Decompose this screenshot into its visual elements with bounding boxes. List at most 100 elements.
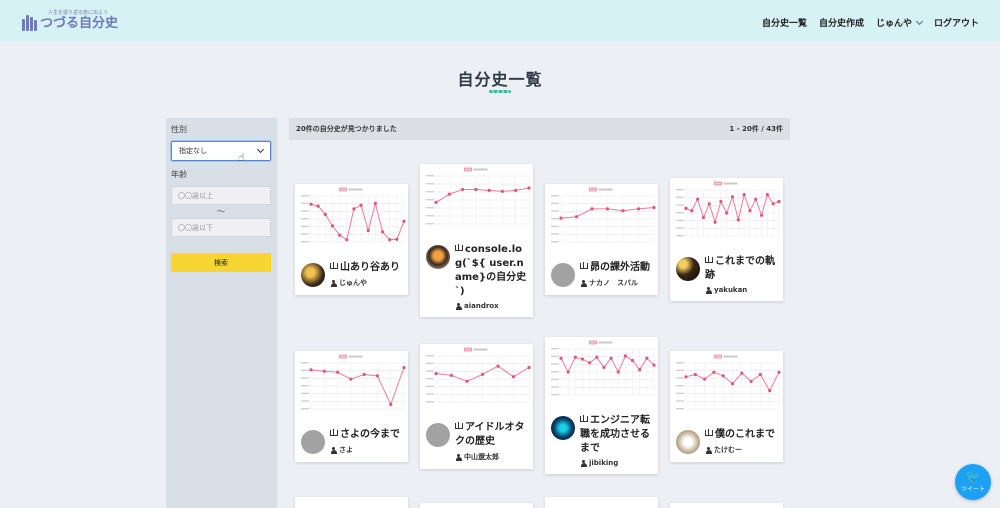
avatar[interactable]: [301, 263, 325, 287]
main-nav: 自分史一覧 自分史作成 じゅんや ログアウト: [750, 16, 979, 29]
card-title-text: 山あり谷あり: [340, 262, 400, 273]
data-point: [588, 361, 592, 365]
history-card[interactable]: これまでの軌跡 yakukan: [670, 178, 783, 301]
results-bar: 20件の自分史が見つかりました 1 - 20件 / 43件: [289, 118, 790, 140]
card-author[interactable]: たけむー: [705, 445, 777, 455]
age-min-input[interactable]: 〇〇歳以上: [171, 186, 271, 205]
card-author[interactable]: ナカノ スバル: [580, 278, 652, 288]
data-point: [514, 188, 518, 192]
nav-list-link[interactable]: 自分史一覧: [762, 16, 807, 29]
age-max-input[interactable]: 〇〇歳以下: [171, 218, 271, 237]
history-card[interactable]: 僕のこれまでたけむー: [670, 351, 783, 462]
data-point: [771, 202, 775, 206]
search-sidebar: 性別 指定なし 年齢 〇〇歳以上 〜 〇〇歳以下 検索: [166, 118, 277, 508]
avatar[interactable]: [676, 257, 700, 281]
history-card[interactable]: console.log(`${ user.name}の自分史`) aiandrox: [420, 164, 533, 317]
history-card[interactable]: 山あり谷あり じゅんや: [295, 184, 408, 295]
data-point: [595, 355, 599, 359]
card-title[interactable]: 山あり谷あり: [330, 261, 402, 275]
history-card[interactable]: アイドルオタクの歴史中山遼太郎: [420, 344, 533, 469]
logo-name: つづる自分史: [40, 16, 119, 31]
card-author[interactable]: さよ: [330, 445, 402, 455]
data-point: [758, 372, 762, 377]
search-button[interactable]: 検索: [171, 253, 271, 272]
data-point: [707, 202, 711, 206]
card-title[interactable]: console.log(`${ user.name}の自分史`): [455, 243, 527, 299]
data-point: [496, 364, 500, 368]
card-title[interactable]: これまでの軌跡: [705, 255, 777, 283]
page-title: 自分史一覧: [457, 70, 543, 89]
avatar[interactable]: [426, 245, 450, 269]
data-point: [323, 212, 327, 216]
card-author[interactable]: 中山遼太郎: [455, 452, 527, 462]
avatar[interactable]: [551, 263, 575, 287]
card-title[interactable]: 僕のこれまで: [705, 428, 777, 442]
data-point: [609, 356, 613, 360]
data-point: [712, 370, 716, 374]
history-card-partial[interactable]: [670, 503, 783, 508]
card-title-text: エンジニア転職を成功させるまで: [580, 415, 650, 454]
history-card-partial[interactable]: [545, 497, 658, 508]
twitter-bird-icon: 🐦: [965, 470, 981, 484]
data-point: [605, 207, 610, 211]
data-point: [389, 402, 393, 406]
data-point: [730, 195, 735, 199]
logo[interactable]: 人生を振り返る旅に出よう つづる自分史: [22, 10, 118, 31]
data-point: [693, 372, 697, 377]
gender-select[interactable]: 指定なし: [171, 141, 271, 161]
data-point: [500, 189, 505, 193]
nav-create-link[interactable]: 自分史作成: [819, 16, 864, 29]
results-range: 1 - 20件 / 43件: [729, 125, 783, 133]
history-card[interactable]: 昴の課外活動ナカノ スバル: [545, 184, 658, 295]
person-icon: [580, 279, 587, 287]
history-chart: [426, 167, 531, 225]
avatar[interactable]: [676, 430, 700, 454]
avatar[interactable]: [426, 423, 450, 447]
logout-link[interactable]: ログアウト: [934, 16, 979, 29]
history-card[interactable]: さよの今まで さよ: [295, 351, 408, 462]
book-icon: [705, 429, 713, 436]
data-point: [616, 370, 620, 374]
mouse-cursor-icon: ☝: [238, 151, 245, 164]
data-point: [359, 203, 363, 207]
data-point: [349, 377, 353, 381]
data-point: [748, 209, 752, 213]
avatar[interactable]: [301, 430, 325, 454]
card-title[interactable]: アイドルオタクの歴史: [455, 421, 527, 449]
book-icon: [705, 256, 713, 263]
book-icon: [455, 244, 463, 251]
header: 人生を振り返る旅に出よう つづる自分史 自分史一覧 自分史作成 じゅんや ログア…: [0, 0, 1000, 42]
data-point: [721, 374, 725, 378]
data-point: [736, 218, 740, 222]
history-chart: [551, 187, 656, 243]
history-card-partial[interactable]: [420, 503, 533, 508]
data-point: [345, 238, 349, 242]
card-title-text: 昴の課外活動: [590, 262, 650, 273]
data-point: [380, 230, 385, 234]
card-title[interactable]: さよの今まで: [330, 428, 402, 442]
card-author[interactable]: aiandrox: [455, 302, 527, 310]
data-point: [527, 186, 531, 190]
data-point: [703, 377, 707, 381]
card-author-name: 中山遼太郎: [464, 453, 499, 461]
gender-select-value: 指定なし: [179, 147, 207, 155]
card-author[interactable]: jibiking: [580, 459, 652, 467]
history-card-partial[interactable]: [295, 497, 408, 508]
data-point: [395, 237, 399, 241]
avatar[interactable]: [551, 416, 575, 440]
card-author[interactable]: yakukan: [705, 286, 777, 294]
card-title[interactable]: エンジニア転職を成功させるまで: [580, 414, 652, 456]
card-author[interactable]: じゅんや: [330, 278, 402, 288]
tweet-button[interactable]: 🐦 ツイート: [955, 464, 991, 500]
books-logo-icon: [22, 15, 37, 31]
data-point: [652, 205, 656, 210]
history-card[interactable]: エンジニア転職を成功させるまで jibiking: [545, 337, 658, 474]
data-point: [580, 357, 585, 361]
card-author-name: じゅんや: [339, 279, 367, 287]
results-count: 20件の自分史が見つかりました: [296, 125, 397, 133]
data-point: [730, 382, 735, 386]
data-point: [335, 370, 340, 374]
card-title[interactable]: 昴の課外活動: [580, 261, 652, 275]
data-point: [449, 373, 454, 377]
user-menu[interactable]: じゅんや: [876, 16, 924, 29]
